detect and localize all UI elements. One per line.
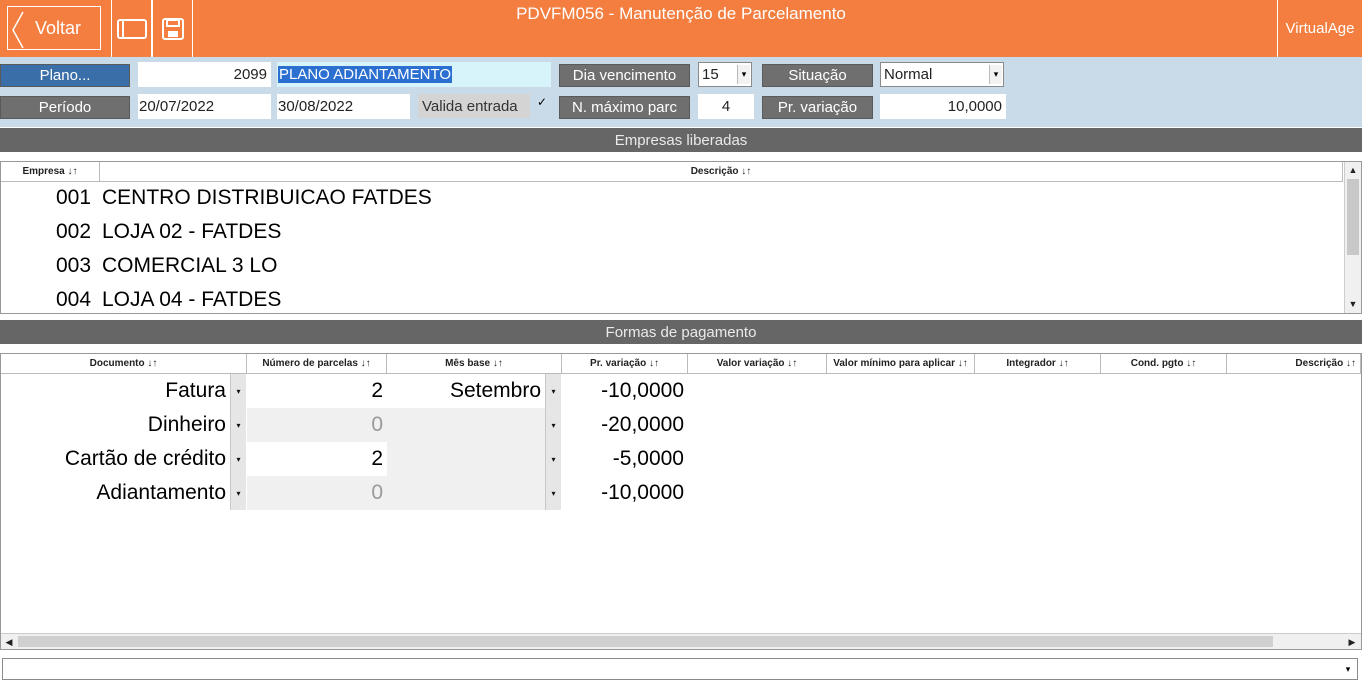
- plano-lookup-button[interactable]: Plano...: [0, 64, 130, 87]
- brand-label: VirtualAge: [1277, 0, 1362, 57]
- mes-base-cell: [387, 442, 545, 476]
- chevron-down-icon[interactable]: ▾: [737, 65, 750, 84]
- pr-variacao-cell[interactable]: -10,0000: [562, 476, 688, 510]
- floppy-disk-icon: [161, 17, 184, 40]
- column-header-descricao[interactable]: Descrição ↓↑: [100, 162, 1343, 182]
- scrollbar-thumb[interactable]: [18, 636, 1273, 647]
- column-header-cond-pgto[interactable]: Cond. pgto ↓↑: [1101, 354, 1227, 374]
- formas-grid: Documento ↓↑ Número de parcelas ↓↑ Mês b…: [0, 353, 1362, 650]
- scrollbar-thumb[interactable]: [1347, 179, 1359, 255]
- parcelas-cell[interactable]: 2: [247, 374, 387, 408]
- table-row[interactable]: 001 CENTRO DISTRIBUICAO FATDES: [56, 181, 432, 215]
- documento-cell[interactable]: Dinheiro: [1, 408, 230, 442]
- chevron-down-icon[interactable]: ▾: [545, 374, 561, 408]
- parcelas-cell: 0: [247, 408, 387, 442]
- scroll-down-icon[interactable]: ▼: [1345, 296, 1361, 312]
- plano-code-field[interactable]: 2099: [138, 62, 271, 87]
- chevron-down-icon[interactable]: ▾: [545, 442, 561, 476]
- save-button[interactable]: [152, 0, 193, 57]
- parcelas-cell[interactable]: 2: [247, 442, 387, 476]
- periodo-start-field[interactable]: 20/07/2022: [138, 94, 271, 119]
- chevron-down-icon[interactable]: ▾: [545, 408, 561, 442]
- mes-base-cell: [387, 408, 545, 442]
- column-header-descricao[interactable]: Descrição ↓↑: [1227, 354, 1361, 374]
- periodo-label: Período: [0, 96, 130, 119]
- empresa-name: LOJA 02 - FATDES: [102, 220, 282, 243]
- plano-name-field[interactable]: PLANO ADIANTAMENTO: [277, 62, 551, 87]
- situacao-label: Situação: [762, 64, 873, 87]
- periodo-end-field[interactable]: 30/08/2022: [277, 94, 410, 119]
- situacao-value: Normal: [884, 66, 933, 83]
- pr-variacao-cell[interactable]: -10,0000: [562, 374, 688, 408]
- back-button[interactable]: Voltar: [7, 6, 101, 50]
- scroll-left-icon[interactable]: ◀: [1, 634, 17, 650]
- header-bar: PDVFM056 - Manutenção de Parcelamento Vo…: [0, 0, 1362, 57]
- scroll-right-icon[interactable]: ▶: [1344, 634, 1360, 650]
- empresas-grid: Empresa ↓↑ Descrição ↓↑ 001 CENTRO DISTR…: [0, 161, 1362, 314]
- dia-vencimento-select[interactable]: 15 ▾: [698, 62, 752, 87]
- situacao-select[interactable]: Normal ▾: [880, 62, 1004, 87]
- chevron-down-icon[interactable]: ▾: [1341, 661, 1355, 677]
- parcelas-cell: 0: [247, 476, 387, 510]
- documento-cell[interactable]: Fatura: [1, 374, 230, 408]
- valida-entrada-checkbox[interactable]: ✓: [537, 96, 549, 108]
- chevron-down-icon[interactable]: ▾: [989, 65, 1002, 84]
- empresa-code: 003: [56, 254, 92, 277]
- chevron-left-icon: [12, 11, 24, 49]
- empresa-code: 004: [56, 288, 92, 311]
- dia-vencimento-value: 15: [702, 66, 719, 83]
- window-icon: [116, 18, 147, 39]
- pr-variacao-label: Pr. variação: [762, 96, 873, 119]
- pr-variacao-cell[interactable]: -5,0000: [562, 442, 688, 476]
- formas-section-header: Formas de pagamento: [0, 320, 1362, 344]
- pr-variacao-cell[interactable]: -20,0000: [562, 408, 688, 442]
- n-maximo-label: N. máximo parc: [559, 96, 690, 119]
- empresa-name: LOJA 04 - FATDES: [102, 288, 282, 311]
- column-header-numero-parcelas[interactable]: Número de parcelas ↓↑: [247, 354, 387, 374]
- chevron-down-icon[interactable]: ▾: [230, 408, 246, 442]
- back-button-label: Voltar: [34, 17, 82, 38]
- n-maximo-field[interactable]: 4: [698, 94, 754, 119]
- footer-select[interactable]: ▾: [2, 658, 1358, 680]
- empresa-name: COMERCIAL 3 LO: [102, 254, 278, 277]
- mes-base-cell[interactable]: Setembro: [387, 374, 545, 408]
- column-header-pr-variacao[interactable]: Pr. variação ↓↑: [562, 354, 688, 374]
- empresas-vertical-scrollbar[interactable]: ▲ ▼: [1344, 162, 1361, 313]
- pr-variacao-field[interactable]: 10,0000: [880, 94, 1006, 119]
- scroll-up-icon[interactable]: ▲: [1345, 162, 1361, 178]
- table-row[interactable]: 004 LOJA 04 - FATDES: [56, 283, 281, 317]
- chevron-down-icon[interactable]: ▾: [230, 442, 246, 476]
- window-title: PDVFM056 - Manutenção de Parcelamento: [516, 4, 846, 23]
- documento-cell[interactable]: Cartão de crédito: [1, 442, 230, 476]
- empresa-name: CENTRO DISTRIBUICAO FATDES: [102, 186, 432, 209]
- table-row[interactable]: 002 LOJA 02 - FATDES: [56, 215, 281, 249]
- empresa-code: 001: [56, 186, 92, 209]
- valida-entrada-label: Valida entrada: [418, 94, 530, 118]
- column-header-empresa[interactable]: Empresa ↓↑: [1, 162, 100, 182]
- empresa-code: 002: [56, 220, 92, 243]
- chevron-down-icon[interactable]: ▾: [230, 476, 246, 510]
- documento-cell[interactable]: Adiantamento: [1, 476, 230, 510]
- column-header-valor-variacao[interactable]: Valor variação ↓↑: [688, 354, 827, 374]
- empresas-section-header: Empresas liberadas: [0, 128, 1362, 152]
- mes-base-cell: [387, 476, 545, 510]
- dia-vencimento-label: Dia vencimento: [559, 64, 690, 87]
- column-header-mes-base[interactable]: Mês base ↓↑: [387, 354, 562, 374]
- window-button[interactable]: [111, 0, 152, 57]
- formas-horizontal-scrollbar[interactable]: ◀ ▶: [1, 633, 1361, 649]
- table-row[interactable]: 003 COMERCIAL 3 LO: [56, 249, 277, 283]
- column-header-documento[interactable]: Documento ↓↑: [1, 354, 247, 374]
- column-header-valor-minimo[interactable]: Valor mínimo para aplicar ↓↑: [827, 354, 975, 374]
- plano-name-text: PLANO ADIANTAMENTO: [278, 66, 452, 83]
- chevron-down-icon[interactable]: ▾: [230, 374, 246, 408]
- column-header-integrador[interactable]: Integrador ↓↑: [975, 354, 1101, 374]
- chevron-down-icon[interactable]: ▾: [545, 476, 561, 510]
